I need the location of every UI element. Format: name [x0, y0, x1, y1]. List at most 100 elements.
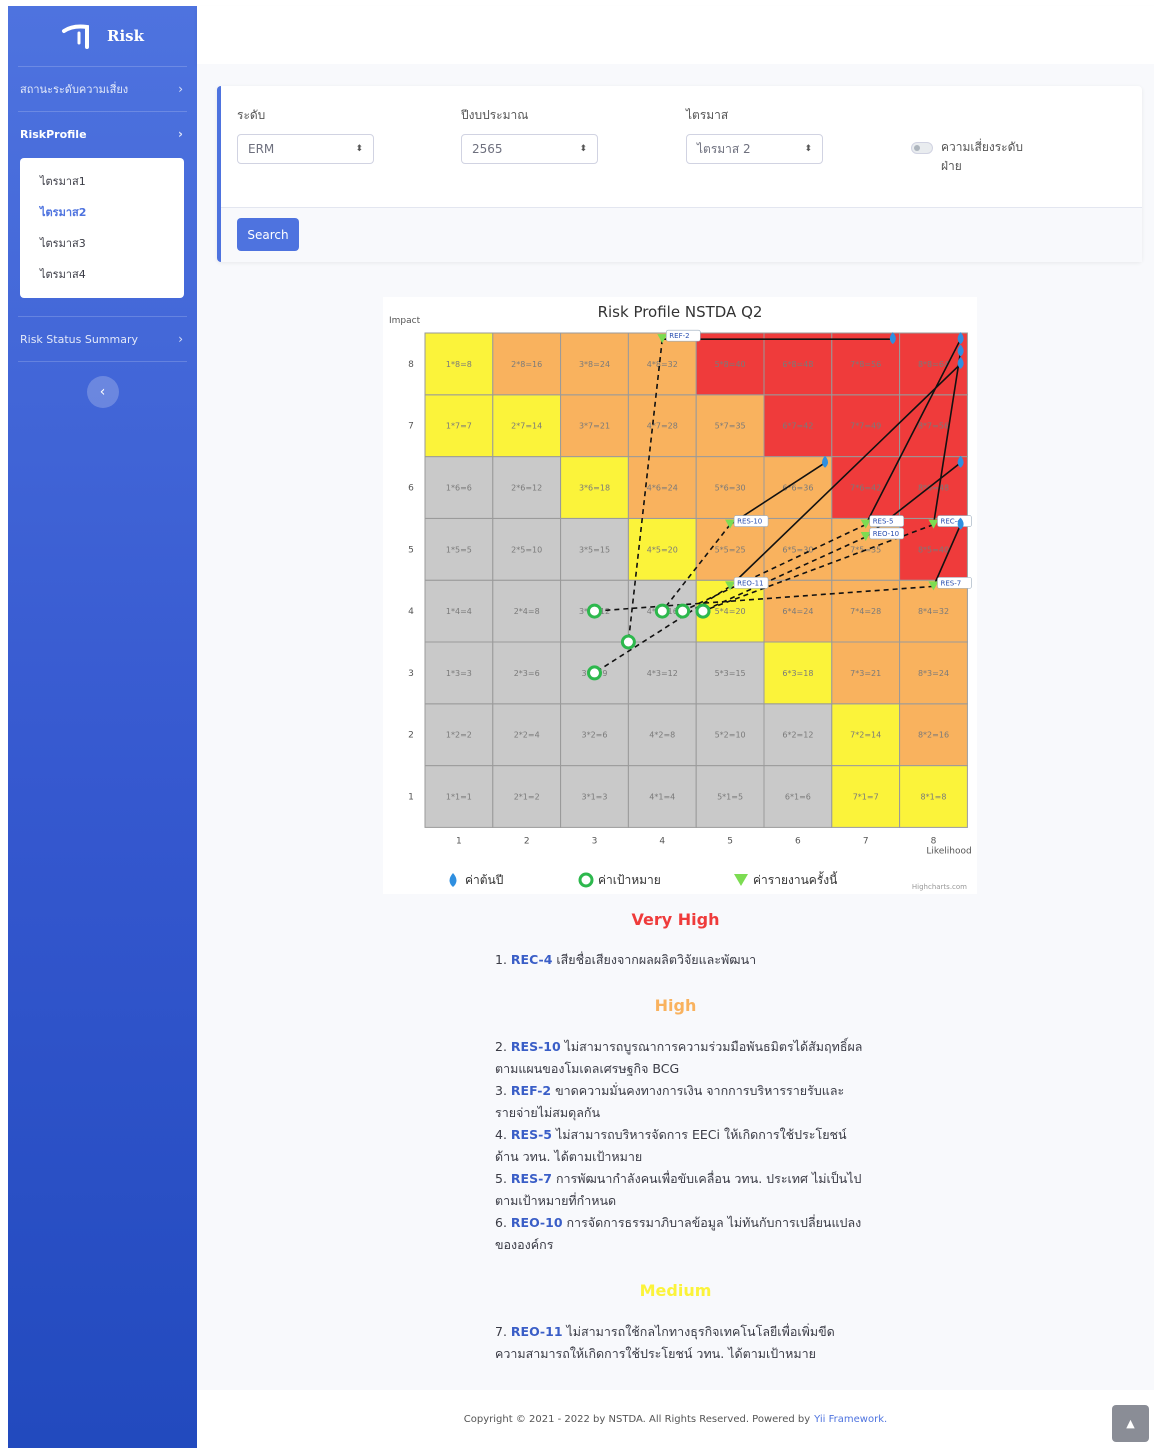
matrix-cell-label: 8*1=8 — [921, 793, 947, 802]
sidebar-item-risk-status-summary[interactable]: Risk Status Summary › — [8, 317, 197, 361]
level-select[interactable]: ERM ⬍ — [237, 134, 374, 164]
risk-matrix-svg: Risk Profile NSTDA Q2 Impact 1*1=1 2*1=2 3*1… — [389, 303, 972, 891]
risk-summary: Very High 1. REC-4 เสียชื่อเสียงจากผลผลิ… — [197, 910, 1154, 1365]
sidebar-brand[interactable]: Risk — [8, 6, 197, 66]
matrix-cell-label: 8*5=40 — [918, 545, 949, 554]
medium-title: Medium — [639, 1281, 712, 1300]
chevron-right-icon: › — [178, 82, 183, 96]
matrix-cell-label: 1*7=7 — [446, 422, 472, 431]
target-value-marker[interactable] — [587, 603, 602, 619]
filter-card-footer: Search — [221, 208, 1142, 262]
matrix-cell-label: 3*2=6 — [582, 731, 608, 740]
matrix-cell-label: 5*3=15 — [715, 669, 746, 678]
matrix-cell-label: 2*5=10 — [511, 545, 542, 554]
matrix-cell-label: 8*4=32 — [918, 607, 949, 616]
footer-framework-link[interactable]: Yii Framework. — [814, 1414, 887, 1425]
matrix-cell-label: 6*7=42 — [782, 422, 813, 431]
matrix-cell-label: 2*2=4 — [514, 731, 540, 740]
matrix-cell-label: 7*7=49 — [850, 422, 881, 431]
matrix-cell-label: 4*5=20 — [647, 545, 678, 554]
chevron-right-icon: › — [178, 332, 183, 346]
sidebar-toggle-button[interactable]: ‹ — [86, 376, 119, 408]
scroll-to-top-button[interactable]: ▲ — [1112, 1405, 1149, 1442]
level-filter-group: ระดับ ERM ⬍ — [237, 106, 374, 164]
matrix-cell-label: 8*7=56 — [918, 422, 949, 431]
filter-card: ระดับ ERM ⬍ ปีงบประมาณ 2565 ⬍ ไตรมาส ไตร… — [217, 86, 1142, 262]
matrix-cell-label: 7*8=56 — [850, 360, 881, 369]
sidebar-item-label: Risk Status Summary — [20, 332, 139, 346]
sidebar-item-riskprofile[interactable]: RiskProfile › — [8, 112, 197, 156]
matrix-cell-label: 2*4=8 — [514, 607, 540, 616]
y-tick-label: 8 — [408, 360, 414, 370]
matrix-cell-label: 6*3=18 — [782, 669, 813, 678]
risk-code-link[interactable]: REO-10 — [511, 1215, 563, 1230]
page: Risk สถานะระดับความเสี่ยง › RiskProfile … — [0, 0, 1154, 1448]
risk-code-link[interactable]: RES-7 — [511, 1171, 552, 1186]
chart-credits[interactable]: Highcharts.com — [912, 883, 967, 891]
department-risk-switch[interactable] — [911, 142, 933, 154]
y-tick-label: 7 — [408, 422, 414, 432]
water-drop-icon — [449, 873, 457, 887]
submenu-item-quarter-4[interactable]: ไตรมาส4 — [20, 259, 184, 290]
page-footer: Copyright © 2021 - 2022 by NSTDA. All Ri… — [197, 1390, 1154, 1448]
target-value-marker[interactable] — [695, 603, 711, 619]
matrix-cell-label: 3*1=3 — [582, 793, 608, 802]
x-tick-label: 1 — [456, 836, 462, 846]
risk-list-item: 7. REO-11 ไม่สามารถใช้กลไกทางธุรกิจเทคโน… — [495, 1321, 865, 1365]
report-data-label: REO-11 — [737, 579, 763, 587]
risk-code-link[interactable]: REC-4 — [511, 952, 553, 967]
target-value-marker[interactable] — [654, 603, 670, 619]
year-select-value: 2565 — [472, 142, 503, 156]
legend-item-label[interactable]: ค่าเป้าหมาย — [598, 873, 661, 887]
y-tick-label: 2 — [408, 731, 414, 741]
risk-list-item: 4. RES-5 ไม่สามารถบริหารจัดการ EECi ให้เ… — [495, 1124, 865, 1168]
department-risk-switch-group: ความเสี่ยงระดับฝ่าย — [911, 138, 1041, 176]
x-tick-label: 7 — [863, 836, 869, 846]
matrix-cell-label: 7*4=28 — [850, 607, 881, 616]
x-tick-label: 6 — [795, 836, 801, 846]
target-value-marker[interactable] — [675, 603, 691, 619]
submenu-item-quarter-1[interactable]: ไตรมาส1 — [20, 166, 184, 197]
risk-code-link[interactable]: REF-2 — [511, 1083, 551, 1098]
matrix-cell-label: 5*5=25 — [715, 545, 746, 554]
risk-code-link[interactable]: RES-5 — [511, 1127, 552, 1142]
report-data-label: REF-2 — [669, 332, 689, 340]
matrix-cell-label: 2*7=14 — [511, 422, 542, 431]
legend-item-label[interactable]: ค่าต้นปี — [465, 873, 503, 887]
x-tick-label: 3 — [592, 836, 598, 846]
matrix-cell-label: 7*1=7 — [853, 793, 879, 802]
legend-item-label[interactable]: ค่ารายงานครั้งนี้ — [753, 871, 838, 887]
filter-card-body: ระดับ ERM ⬍ ปีงบประมาณ 2565 ⬍ ไตรมาส ไตร… — [221, 86, 1142, 208]
matrix-cell-label: 3*7=21 — [579, 422, 610, 431]
sidebar-item-label: RiskProfile — [20, 127, 87, 141]
matrix-cell-label: 2*1=2 — [514, 793, 540, 802]
target-value-marker[interactable] — [620, 634, 636, 650]
risk-list-item: 6. REO-10 การจัดการธรรมาภิบาลข้อมูล ไม่ท… — [495, 1212, 865, 1256]
matrix-cell-label: 1*3=3 — [446, 669, 472, 678]
submenu-item-quarter-3[interactable]: ไตรมาส3 — [20, 228, 184, 259]
footer-copyright: Copyright © 2021 - 2022 by NSTDA. All Ri… — [463, 1413, 811, 1425]
risk-list-item: 1. REC-4 เสียชื่อเสียงจากผลผลิตวิจัยและพ… — [495, 949, 865, 971]
very-high-title: Very High — [631, 910, 720, 929]
x-tick-label: 2 — [524, 836, 530, 846]
sidebar-item-risk-level-status[interactable]: สถานะระดับความเสี่ยง › — [8, 67, 197, 111]
matrix-cell-label: 7*2=14 — [850, 731, 881, 740]
matrix-cell-label: 8*8=64 — [918, 360, 949, 369]
matrix-cell-label: 1*6=6 — [446, 484, 472, 493]
matrix-cell-label: 6*5=30 — [782, 545, 813, 554]
sidebar-divider — [18, 361, 187, 362]
medium-list: 7. REO-11 ไม่สามารถใช้กลไกทางธุรกิจเทคโน… — [495, 1321, 865, 1365]
risk-code-link[interactable]: RES-10 — [511, 1039, 561, 1054]
matrix-cell-label: 2*3=6 — [514, 669, 540, 678]
matrix-cell-label: 3*5=15 — [579, 545, 610, 554]
search-button[interactable]: Search — [237, 218, 299, 251]
risk-code-link[interactable]: REO-11 — [511, 1324, 563, 1339]
year-select[interactable]: 2565 ⬍ — [461, 134, 598, 164]
x-axis-label: Likelihood — [926, 846, 971, 856]
quarter-select[interactable]: ไตรมาส 2 ⬍ — [686, 134, 823, 164]
matrix-cell-label: 2*8=16 — [511, 360, 542, 369]
x-tick-label: 4 — [659, 836, 665, 846]
report-data-label: RES-5 — [873, 518, 894, 526]
target-value-marker[interactable] — [587, 665, 602, 681]
submenu-item-quarter-2[interactable]: ไตรมาส2 — [20, 197, 184, 228]
